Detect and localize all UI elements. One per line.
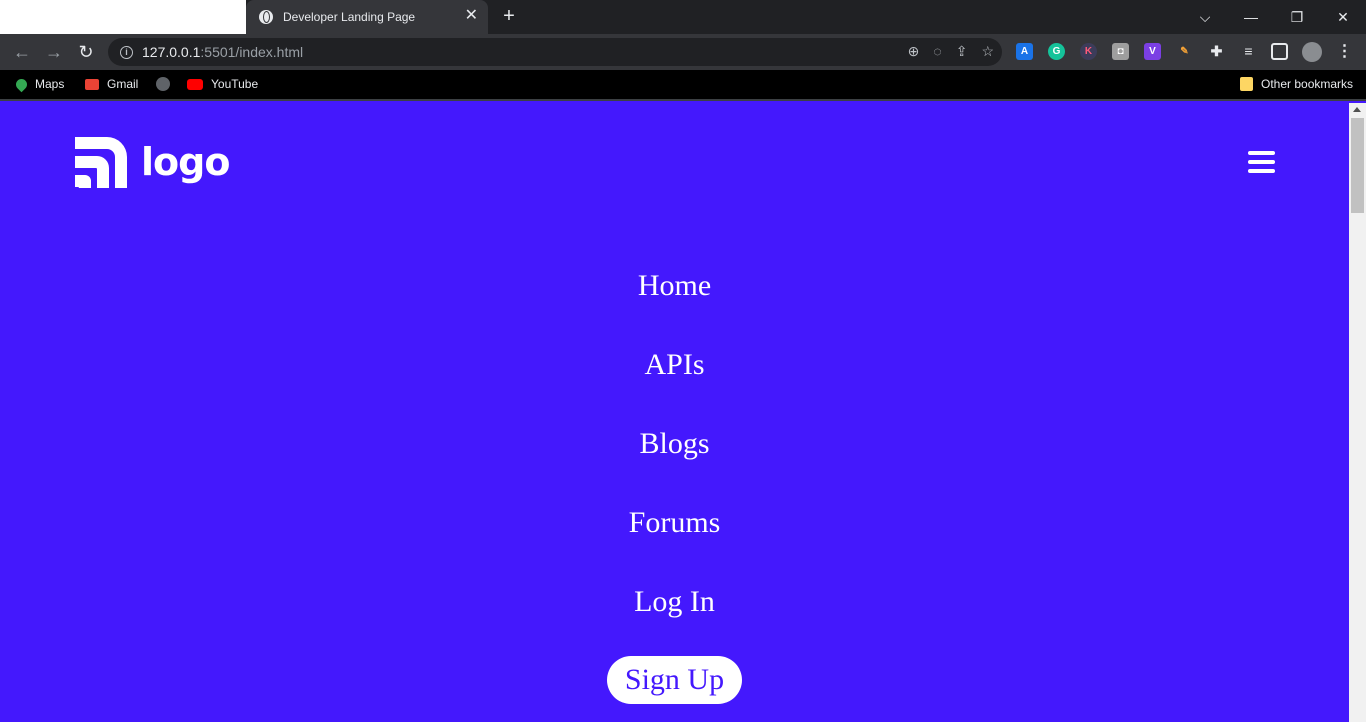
maps-icon [13, 76, 30, 92]
bookmarks-bar: Maps Gmail YouTube Other bookmarks [0, 70, 1366, 101]
bookmark-label: Gmail [107, 77, 139, 91]
back-arrow-icon[interactable]: ← [10, 40, 34, 64]
nav-forums[interactable]: Forums [0, 506, 1349, 540]
grammarly-icon[interactable]: G [1048, 43, 1065, 60]
share-icon[interactable]: ⇪ [956, 43, 968, 60]
scrollbar-thumb[interactable] [1351, 118, 1364, 213]
landing-page: logo Home APIs Blogs Forums Log In Sign … [0, 103, 1349, 722]
bookmark-youtube[interactable]: YouTube [187, 77, 258, 91]
pen-extension-icon[interactable]: ✎ [1176, 43, 1193, 60]
tab-title: Developer Landing Page [283, 10, 416, 24]
extension-v-icon[interactable]: V [1144, 43, 1161, 60]
omnibox-actions: ⊕ ◌ ⇪ ☆ [908, 43, 994, 60]
youtube-icon [187, 78, 203, 90]
browser-menu-icon[interactable]: ⋮ [1336, 43, 1353, 60]
minimize-button[interactable]: — [1228, 0, 1274, 34]
address-bar[interactable]: i 127.0.0.1:5501/index.html ⊕ ◌ ⇪ ☆ [108, 38, 1002, 66]
globe-icon [156, 77, 170, 91]
page-scrollbar[interactable] [1349, 103, 1366, 722]
browser-toolbar: ← → ↻ i 127.0.0.1:5501/index.html ⊕ ◌ ⇪ … [0, 34, 1366, 70]
bookmark-label: YouTube [211, 77, 259, 91]
bookmark-gmail[interactable]: Gmail [85, 77, 138, 91]
folder-icon [1240, 77, 1253, 91]
tab-strip-blank-area [0, 0, 246, 34]
other-bookmarks[interactable]: Other bookmarks [1240, 77, 1353, 91]
hamburger-menu-icon[interactable] [1248, 151, 1275, 174]
forward-arrow-icon[interactable]: → [42, 40, 66, 64]
bookmark-maps[interactable]: Maps [13, 76, 65, 92]
side-panel-icon[interactable] [1271, 43, 1288, 60]
reload-icon[interactable]: ↻ [74, 40, 98, 64]
address-url[interactable]: 127.0.0.1:5501/index.html [142, 44, 303, 60]
site-info-icon[interactable]: i [120, 45, 133, 59]
tab-search-chevron-icon[interactable]: ⌵ [1190, 0, 1220, 34]
gmail-icon [85, 78, 99, 90]
tab-close-icon[interactable]: ✕ [465, 8, 478, 24]
nav-home[interactable]: Home [0, 269, 1349, 303]
extensions-puzzle-icon[interactable]: ✚ [1208, 43, 1225, 60]
site-logo[interactable]: logo [75, 136, 230, 188]
scroll-up-arrow-icon[interactable] [1353, 107, 1361, 112]
reading-list-icon[interactable]: ≡ [1240, 43, 1257, 60]
new-tab-button[interactable]: + [498, 6, 520, 28]
restore-button[interactable]: ❐ [1274, 0, 1320, 34]
bookmark-label: Maps [35, 77, 65, 91]
browser-tab-active[interactable]: Developer Landing Page ✕ [246, 0, 488, 34]
globe-icon [259, 10, 273, 24]
zoom-icon[interactable]: ⊕ [908, 43, 920, 60]
extension-k-icon[interactable]: K [1080, 43, 1097, 60]
nav-blogs[interactable]: Blogs [0, 427, 1349, 461]
window-close-button[interactable]: ✕ [1320, 0, 1366, 34]
eye-off-icon[interactable]: ◌ [933, 43, 941, 60]
bookmark-star-icon[interactable]: ☆ [981, 43, 994, 60]
browser-tab-strip: Developer Landing Page ✕ + ⌵ — ❐ ✕ [0, 0, 1366, 34]
other-bookmarks-label: Other bookmarks [1261, 77, 1354, 91]
bookmark-globe[interactable] [156, 77, 178, 91]
extension-1-icon[interactable]: A [1016, 43, 1033, 60]
sign-up-button[interactable]: Sign Up [607, 656, 742, 704]
logo-text: logo [141, 140, 230, 184]
nav-apis[interactable]: APIs [0, 348, 1349, 382]
nav-log-in[interactable]: Log In [0, 585, 1349, 619]
profile-avatar[interactable] [1302, 42, 1322, 62]
logo-mark-icon [75, 137, 127, 188]
extension-grey-icon[interactable]: ◘ [1112, 43, 1129, 60]
